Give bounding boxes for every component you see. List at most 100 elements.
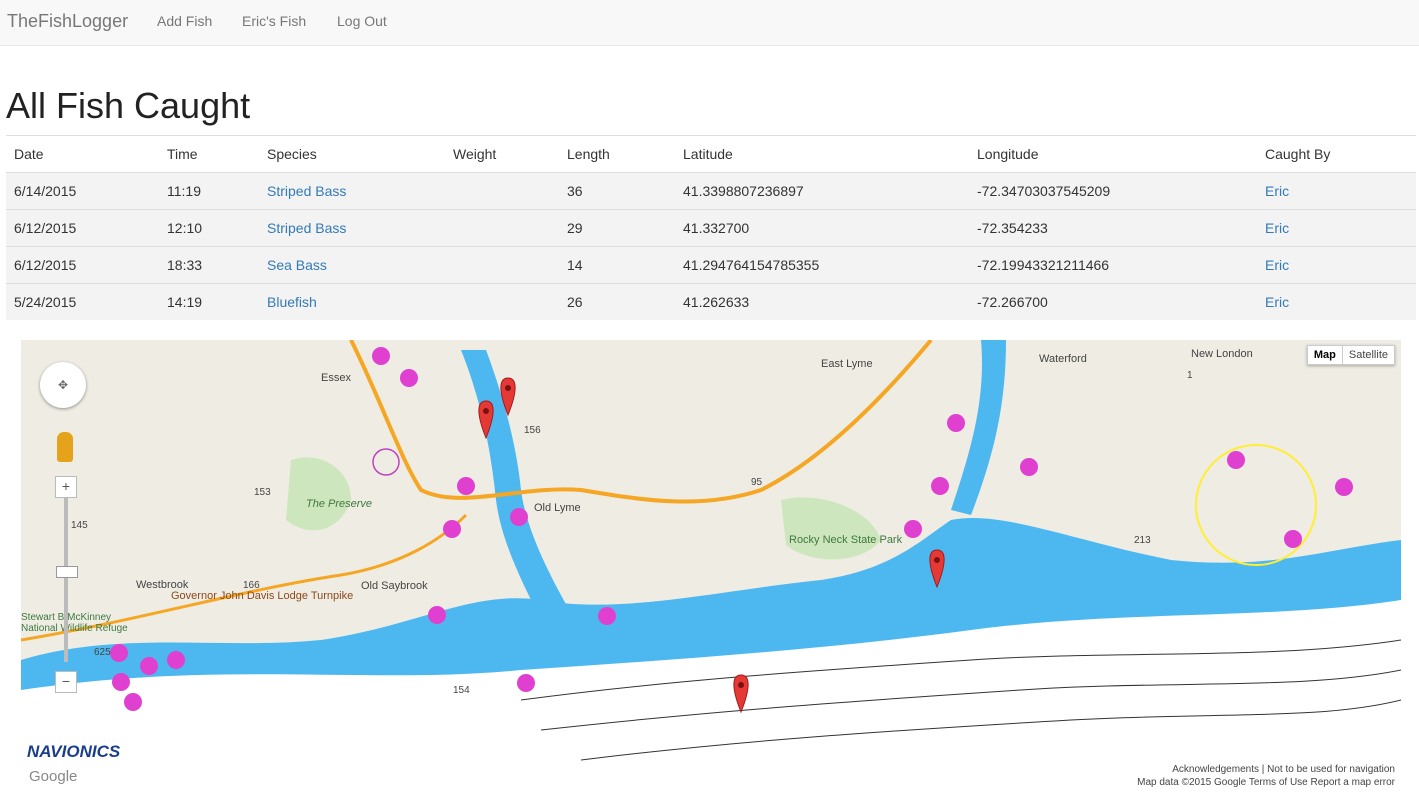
cell-time: 12:10 — [159, 209, 259, 247]
cell-weight — [445, 209, 559, 247]
cell-length: 29 — [559, 209, 675, 247]
map-type-map-button[interactable]: Map — [1308, 346, 1342, 364]
map-label-waterford: Waterford — [1039, 353, 1087, 365]
nav-erics-fish[interactable]: Eric's Fish — [242, 13, 306, 29]
marina-icon — [510, 508, 528, 526]
species-link[interactable]: Striped Bass — [259, 209, 445, 247]
map-label-route-154: 154 — [453, 685, 470, 696]
marina-icon — [947, 414, 965, 432]
cell-latitude: 41.294764154785355 — [675, 246, 969, 284]
marina-icon — [372, 347, 390, 365]
map-type-control: Map Satellite — [1306, 345, 1395, 365]
marina-icon — [428, 606, 446, 624]
map-label-route-213: 213 — [1134, 535, 1151, 546]
map-view[interactable]: Essex East Lyme Waterford New London The… — [21, 340, 1401, 790]
pan-control[interactable]: ✥ — [40, 362, 86, 408]
cell-weight — [445, 172, 559, 210]
species-link[interactable]: Sea Bass — [259, 246, 445, 284]
marina-icon — [1284, 530, 1302, 548]
map-label-i95: 95 — [751, 477, 763, 488]
brand-link[interactable]: TheFishLogger — [7, 11, 128, 32]
map-canvas — [21, 340, 1401, 790]
table-header-row: Date Time Species Weight Length Latitude… — [6, 135, 1416, 173]
marina-icon — [1335, 478, 1353, 496]
caught-by-link[interactable]: Eric — [1257, 209, 1416, 247]
col-caught-by: Caught By — [1257, 135, 1416, 173]
col-species: Species — [259, 135, 445, 173]
cell-time: 11:19 — [159, 172, 259, 210]
cell-latitude: 41.262633 — [675, 283, 969, 320]
species-link[interactable]: Striped Bass — [259, 172, 445, 210]
cell-length: 26 — [559, 283, 675, 320]
cell-date: 6/12/2015 — [6, 246, 159, 284]
map-label-essex: Essex — [321, 372, 351, 384]
marina-icon — [112, 673, 130, 691]
marina-icon — [1020, 458, 1038, 476]
species-link[interactable]: Bluefish — [259, 283, 445, 320]
nav-log-out[interactable]: Log Out — [337, 13, 387, 29]
marina-icon — [931, 477, 949, 495]
marina-icon — [124, 693, 142, 711]
cell-latitude: 41.3398807236897 — [675, 172, 969, 210]
cell-time: 14:19 — [159, 283, 259, 320]
col-length: Length — [559, 135, 675, 173]
map-label-turnpike: Governor John Davis Lodge Turnpike — [171, 590, 354, 602]
caught-by-link[interactable]: Eric — [1257, 246, 1416, 284]
park-preserve — [286, 457, 351, 531]
map-label-refuge: Stewart B McKinney National Wildlife Ref… — [21, 612, 128, 634]
map-label-route-153: 153 — [254, 487, 271, 498]
table-row: 6/12/2015 12:10 Striped Bass 29 41.33270… — [6, 209, 1416, 247]
map-label-old-saybrook: Old Saybrook — [361, 580, 428, 592]
marina-icon — [400, 369, 418, 387]
anchor-circle — [372, 448, 400, 476]
map-label-route-625: 625 — [94, 647, 111, 658]
map-attribution[interactable]: Map data ©2015 Google Terms of Use Repor… — [1137, 777, 1395, 788]
marina-icon — [110, 644, 128, 662]
cell-length: 14 — [559, 246, 675, 284]
map-label-route-1: 1 — [1187, 370, 1193, 381]
marina-icon — [598, 607, 616, 625]
range-circle — [1195, 444, 1317, 566]
col-date: Date — [6, 135, 159, 173]
zoom-out-button[interactable]: − — [55, 671, 77, 693]
map-label-route-156: 156 — [524, 425, 541, 436]
zoom-in-button[interactable]: + — [55, 476, 77, 498]
cell-length: 36 — [559, 172, 675, 210]
cell-longitude: -72.19943321211466 — [969, 246, 1257, 284]
col-latitude: Latitude — [675, 135, 969, 173]
nav-add-fish[interactable]: Add Fish — [157, 13, 212, 29]
cell-date: 5/24/2015 — [6, 283, 159, 320]
col-weight: Weight — [445, 135, 559, 173]
cell-date: 6/14/2015 — [6, 172, 159, 210]
cell-time: 18:33 — [159, 246, 259, 284]
map-acknowledgements[interactable]: Acknowledgements | Not to be used for na… — [1172, 764, 1395, 775]
caught-by-link[interactable]: Eric — [1257, 283, 1416, 320]
marina-icon — [167, 651, 185, 669]
caught-by-link[interactable]: Eric — [1257, 172, 1416, 210]
cell-longitude: -72.34703037545209 — [969, 172, 1257, 210]
map-label-rocky-neck: Rocky Neck State Park — [789, 534, 903, 546]
cell-longitude: -72.266700 — [969, 283, 1257, 320]
table-row: 6/12/2015 18:33 Sea Bass 14 41.294764154… — [6, 246, 1416, 284]
cell-weight — [445, 283, 559, 320]
map-label-route-145: 145 — [71, 520, 88, 531]
navbar: TheFishLogger Add Fish Eric's Fish Log O… — [0, 0, 1419, 46]
map-label-old-lyme: Old Lyme — [534, 502, 581, 514]
map-label-new-london: New London — [1191, 348, 1253, 360]
marina-icon — [904, 520, 922, 538]
col-longitude: Longitude — [969, 135, 1257, 173]
col-time: Time — [159, 135, 259, 173]
zoom-slider-track[interactable] — [64, 497, 68, 662]
map-label-east-lyme: East Lyme — [821, 358, 873, 370]
fish-table: Date Time Species Weight Length Latitude… — [6, 135, 1416, 320]
park-rocky-neck — [781, 497, 881, 560]
cell-longitude: -72.354233 — [969, 209, 1257, 247]
map-type-satellite-button[interactable]: Satellite — [1341, 346, 1394, 364]
marina-icon — [517, 674, 535, 692]
google-logo: Google — [29, 768, 78, 785]
marina-icon — [457, 477, 475, 495]
street-view-pegman-icon[interactable] — [57, 432, 73, 462]
cell-date: 6/12/2015 — [6, 209, 159, 247]
zoom-slider-handle[interactable] — [56, 566, 78, 578]
page-title: All Fish Caught — [6, 85, 251, 126]
